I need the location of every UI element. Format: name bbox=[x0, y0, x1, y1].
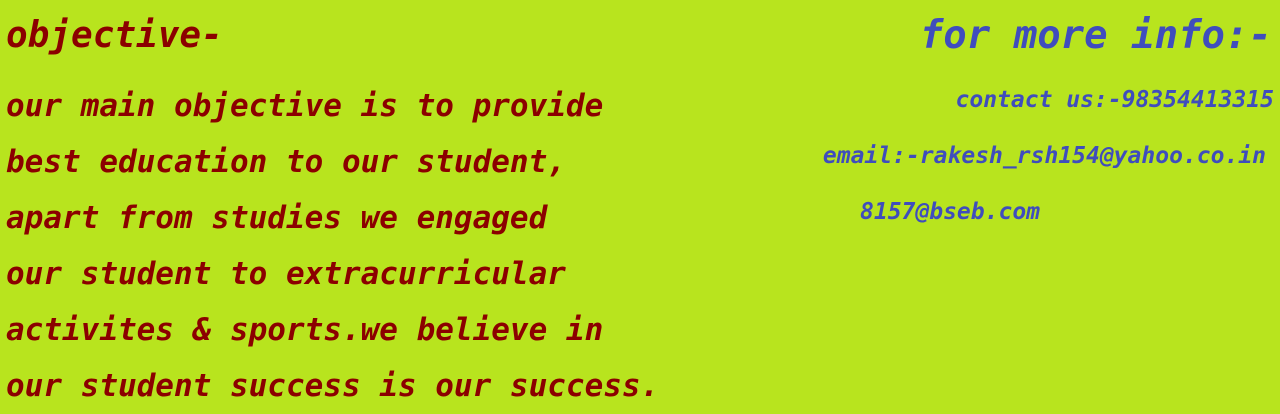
objective-heading: objective- bbox=[6, 15, 223, 56]
info-banner: objective- our main objective is to prov… bbox=[0, 0, 1280, 406]
contact-number: contact us:-98354413315 bbox=[955, 87, 1275, 113]
objective-line: activites & sports.we believe in bbox=[6, 312, 604, 348]
more-info-heading: for more info:- bbox=[919, 13, 1272, 58]
objective-line: our main objective is to provide bbox=[6, 88, 604, 124]
objective-text: our main objective is to provide best ed… bbox=[6, 78, 659, 414]
objective-line: apart from studies we engaged bbox=[6, 200, 548, 236]
objective-line: our student to extracurricular bbox=[6, 256, 566, 292]
objective-line: best education to our student, bbox=[6, 144, 566, 180]
email-address: email:-rakesh_rsh154@yahoo.co.in bbox=[822, 143, 1266, 169]
email-address-secondary: 8157@bseb.com bbox=[860, 199, 1041, 225]
